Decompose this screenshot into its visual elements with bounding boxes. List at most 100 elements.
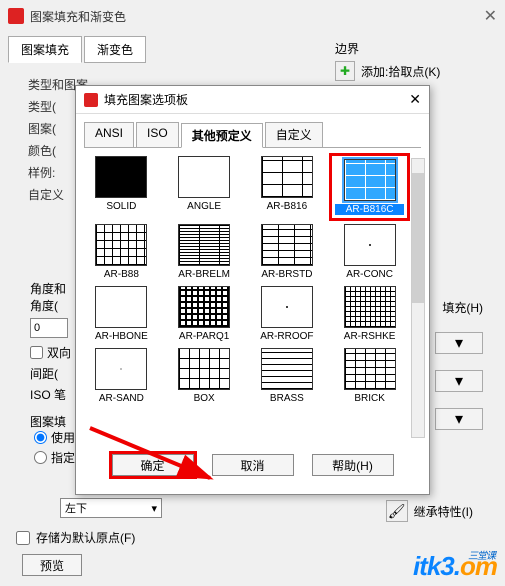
pattern-grid-wrap: SOLID ANGLE AR-B816 AR-B816C AR-B88 AR-BRELM A… <box>76 148 429 444</box>
scrollbar-thumb[interactable] <box>412 173 424 303</box>
tab-hatch[interactable]: 图案填充 <box>8 36 82 63</box>
pattern-swatch-ar-brelm[interactable]: AR-BRELM <box>167 224 242 280</box>
inner-button-row: 确定 取消 帮助(H) <box>76 444 429 488</box>
label-specify: 指定 <box>51 449 75 466</box>
pattern-swatch-ar-brstd[interactable]: AR-BRSTD <box>250 224 325 280</box>
pattern-label: AR-B816C <box>335 204 404 215</box>
pattern-swatch-ar-b816c[interactable]: AR-B816C <box>332 156 407 218</box>
pattern-swatch-box[interactable]: BOX <box>167 348 242 404</box>
tab-custom[interactable]: 自定义 <box>265 122 323 147</box>
pattern-label: AR-CONC <box>332 269 407 280</box>
paintbrush-icon[interactable]: 🖌 <box>386 500 408 522</box>
watermark-a: itk3 <box>413 551 454 581</box>
pattern-label: AR-B816 <box>250 201 325 212</box>
pattern-swatch-solid[interactable]: SOLID <box>84 156 159 218</box>
tab-iso[interactable]: ISO <box>136 122 179 147</box>
angle-input[interactable] <box>30 318 68 338</box>
pattern-label: BOX <box>167 393 242 404</box>
tab-gradient[interactable]: 渐变色 <box>84 36 146 63</box>
label-angle: 角度( <box>30 297 71 314</box>
origin-position-value: 左下 <box>65 500 87 516</box>
pattern-swatch-brass[interactable]: BRASS <box>250 348 325 404</box>
inner-title-text: 填充图案选项板 <box>104 91 188 108</box>
pattern-label: BRASS <box>250 393 325 404</box>
vertical-scrollbar[interactable] <box>411 158 425 438</box>
chevron-down-icon: ▾ <box>455 371 463 391</box>
tab-other-predefined[interactable]: 其他预定义 <box>181 123 263 148</box>
pattern-swatch-ar-conc[interactable]: AR-CONC <box>332 224 407 280</box>
pattern-swatch-ar-hbone[interactable]: AR-HBONE <box>84 286 159 342</box>
pattern-grid: SOLID ANGLE AR-B816 AR-B816C AR-B88 AR-BRELM A… <box>84 156 407 404</box>
pattern-thumb <box>261 156 313 198</box>
inherit-label[interactable]: 继承特性(I) <box>414 503 473 520</box>
dropdown-3[interactable]: ▾ <box>435 408 483 430</box>
label-store-default: 存储为默认原点(F) <box>36 529 135 546</box>
close-icon[interactable]: ✕ <box>409 91 421 108</box>
dropdown-2[interactable]: ▾ <box>435 370 483 392</box>
pattern-label: AR-B88 <box>84 269 159 280</box>
label-fill-section: 图案填 <box>30 413 71 430</box>
pattern-swatch-ar-sand[interactable]: AR-SAND <box>84 348 159 404</box>
pattern-thumb <box>261 286 313 328</box>
pattern-thumb <box>95 348 147 390</box>
pattern-swatch-ar-b816[interactable]: AR-B816 <box>250 156 325 218</box>
pattern-thumb <box>178 348 230 390</box>
chevron-down-icon: ▾ <box>151 502 157 515</box>
outer-titlebar: 图案填充和渐变色 ✕ <box>0 0 505 32</box>
fill-h-label: 填充(H) <box>442 299 483 316</box>
label-double: 双向 <box>47 344 71 361</box>
pattern-swatch-ar-rshke[interactable]: AR-RSHKE <box>332 286 407 342</box>
origin-use-row: 使用 <box>34 429 75 446</box>
pattern-label: AR-HBONE <box>84 331 159 342</box>
cancel-button[interactable]: 取消 <box>212 454 294 476</box>
pattern-swatch-ar-b88[interactable]: AR-B88 <box>84 224 159 280</box>
pattern-thumb <box>344 348 396 390</box>
dropdown-1[interactable]: ▾ <box>435 332 483 354</box>
radio-specify[interactable] <box>34 451 47 464</box>
pattern-thumb <box>95 224 147 266</box>
add-pick-points-label[interactable]: 添加:拾取点(K) <box>361 63 440 80</box>
radio-use[interactable] <box>34 431 47 444</box>
pattern-thumb <box>95 286 147 328</box>
origin-position-dropdown[interactable]: 左下 ▾ <box>60 498 162 518</box>
inherit-properties-row: 🖌 继承特性(I) <box>386 500 473 522</box>
pattern-label: AR-BRSTD <box>250 269 325 280</box>
chevron-down-icon: ▾ <box>455 333 463 353</box>
pattern-label: ANGLE <box>167 201 242 212</box>
pattern-swatch-brick[interactable]: BRICK <box>332 348 407 404</box>
tab-ansi[interactable]: ANSI <box>84 122 134 147</box>
ok-button[interactable]: 确定 <box>112 454 194 476</box>
pattern-thumb <box>344 159 396 201</box>
pattern-swatch-angle[interactable]: ANGLE <box>167 156 242 218</box>
label-angle-section: 角度和 <box>30 280 71 297</box>
double-checkbox[interactable] <box>30 346 43 359</box>
preview-button[interactable]: 预览 <box>22 554 82 576</box>
close-icon[interactable]: ✕ <box>484 6 497 26</box>
outer-title-text: 图案填充和渐变色 <box>30 8 126 25</box>
store-default-checkbox[interactable] <box>16 531 30 545</box>
hatch-pattern-palette-dialog: 填充图案选项板 ✕ ANSI ISO 其他预定义 自定义 SOLID ANGLE A… <box>75 85 430 495</box>
origin-specify-row: 指定 <box>34 449 75 466</box>
inner-titlebar: 填充图案选项板 ✕ <box>76 86 429 114</box>
pattern-thumb <box>178 224 230 266</box>
store-default-row: 存储为默认原点(F) <box>16 529 135 546</box>
pattern-label: AR-PARQ1 <box>167 331 242 342</box>
pattern-label: BRICK <box>332 393 407 404</box>
label-use: 使用 <box>51 429 75 446</box>
add-pick-points-row: ✚ 添加:拾取点(K) <box>335 61 495 81</box>
palette-tabs: ANSI ISO 其他预定义 自定义 <box>84 122 421 148</box>
pattern-swatch-ar-parq1[interactable]: AR-PARQ1 <box>167 286 242 342</box>
label-boundary: 边界 <box>335 40 495 57</box>
help-button[interactable]: 帮助(H) <box>312 454 394 476</box>
app-logo-icon <box>8 8 24 24</box>
pattern-thumb <box>344 286 396 328</box>
pattern-thumb <box>261 224 313 266</box>
pattern-label: AR-RSHKE <box>332 331 407 342</box>
pattern-thumb <box>261 348 313 390</box>
app-logo-icon <box>84 93 98 107</box>
pattern-thumb <box>95 156 147 198</box>
pick-points-icon[interactable]: ✚ <box>335 61 355 81</box>
label-iso-pen: ISO 笔 <box>30 386 71 403</box>
pattern-swatch-ar-rroof[interactable]: AR-RROOF <box>250 286 325 342</box>
pattern-label: AR-RROOF <box>250 331 325 342</box>
